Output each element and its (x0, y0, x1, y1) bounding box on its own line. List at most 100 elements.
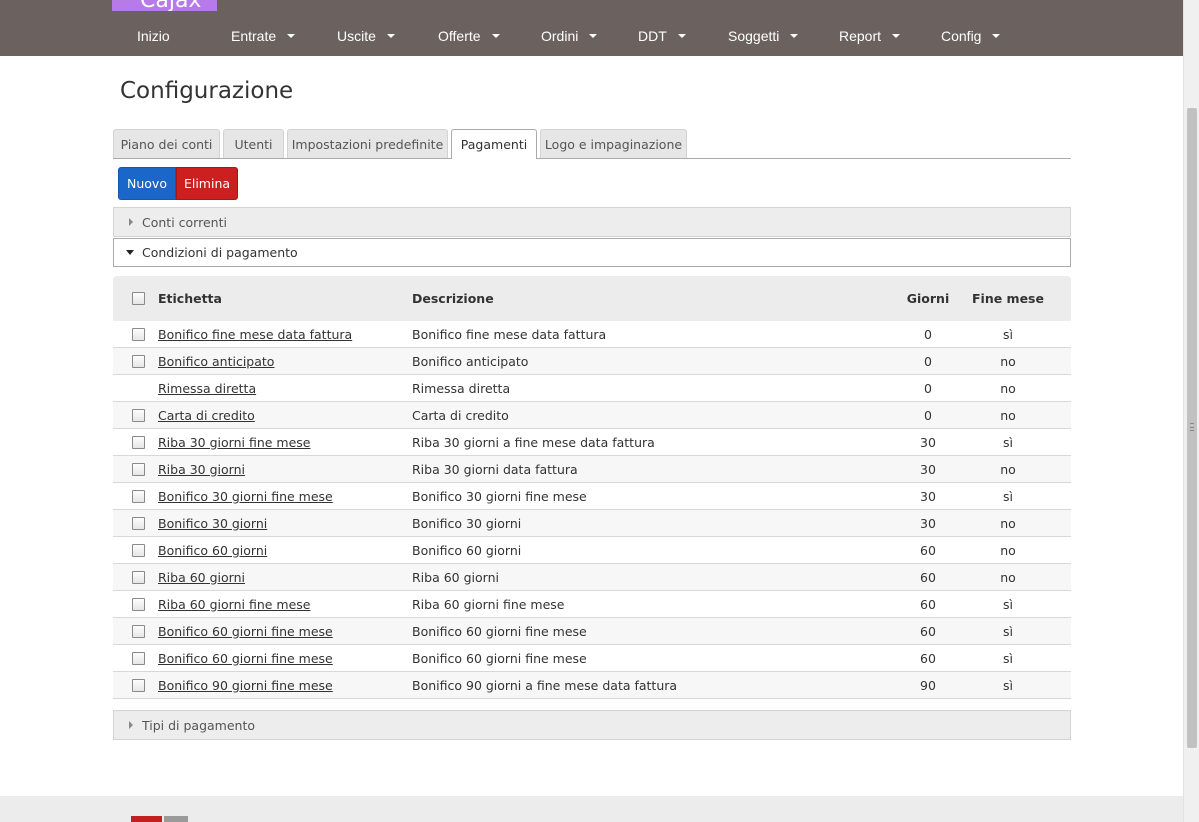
table-row[interactable]: Bonifico 60 giorni Bonifico 60 giorni 60 no (113, 537, 1071, 564)
row-checkbox[interactable] (132, 489, 145, 503)
etichetta-cell: Bonifico 60 giorni fine mese (158, 618, 333, 644)
footer-logo-mark-secondary (164, 816, 188, 822)
etichetta-link[interactable]: Bonifico 30 giorni fine mese (158, 489, 333, 504)
nav-label: Config (941, 28, 982, 44)
descrizione-cell: Bonifico 60 giorni (412, 542, 522, 558)
table-row[interactable]: Carta di credito Carta di credito 0 no (113, 402, 1071, 429)
accordion-tipi-di-pagamento[interactable]: Tipi di pagamento (113, 710, 1071, 740)
etichetta-link[interactable]: Bonifico 60 giorni fine mese (158, 624, 333, 639)
caret-down-icon (677, 34, 686, 38)
nav-item-ddt[interactable]: DDT (638, 27, 686, 45)
tab-pagamenti[interactable]: Pagamenti (451, 129, 537, 159)
nav-item-config[interactable]: Config (941, 27, 1001, 45)
row-checkbox[interactable] (132, 327, 145, 341)
descrizione-cell: Bonifico 30 giorni (412, 515, 522, 531)
row-select-cell (132, 591, 146, 617)
table-header: Etichetta Descrizione Giorni Fine mese (113, 276, 1071, 321)
table-row[interactable]: Bonifico anticipato Bonifico anticipato 0 n… (113, 348, 1071, 375)
etichetta-link[interactable]: Bonifico fine mese data fattura (158, 327, 352, 342)
table-row[interactable]: Riba 60 giorni Riba 60 giorni 60 no (113, 564, 1071, 591)
etichetta-link[interactable]: Bonifico 60 giorni (158, 543, 267, 558)
row-checkbox[interactable] (132, 597, 145, 611)
etichetta-cell: Riba 60 giorni fine mese (158, 591, 310, 617)
etichetta-link[interactable]: Bonifico 90 giorni fine mese (158, 678, 333, 693)
new-button[interactable]: Nuovo (118, 167, 176, 200)
column-header-giorni[interactable]: Giorni (893, 276, 963, 321)
row-select-cell (132, 618, 146, 644)
descrizione-cell: Riba 60 giorni (412, 569, 499, 585)
row-select-cell (132, 348, 146, 374)
page-scrollbar[interactable] (1183, 0, 1199, 822)
table-row[interactable]: Bonifico 60 giorni fine mese Bonifico 60 … (113, 645, 1071, 672)
row-checkbox[interactable] (132, 408, 145, 422)
etichetta-link[interactable]: Carta di credito (158, 408, 255, 423)
table-row[interactable]: Rimessa diretta Rimessa diretta 0 no (113, 375, 1071, 402)
table-row[interactable]: Bonifico 30 giorni fine mese Bonifico 30 … (113, 483, 1071, 510)
table-row[interactable]: Bonifico fine mese data fattura Bonifico … (113, 321, 1071, 348)
giorni-cell: 30 (920, 488, 936, 504)
nav-item-inizio[interactable]: Inizio (137, 27, 170, 45)
row-checkbox[interactable] (132, 354, 145, 368)
row-select-cell (132, 483, 146, 509)
row-checkbox[interactable] (132, 624, 145, 638)
accordion-condizioni-di-pagamento[interactable]: Condizioni di pagamento (113, 238, 1071, 267)
table-row[interactable]: Riba 30 giorni fine mese Riba 30 giorni a… (113, 429, 1071, 456)
accordion-label: Condizioni di pagamento (142, 245, 298, 260)
row-checkbox[interactable] (132, 678, 145, 692)
nav-item-uscite[interactable]: Uscite (337, 27, 395, 45)
giorni-cell: 30 (920, 461, 936, 477)
table-row[interactable]: Riba 60 giorni fine mese Riba 60 giorni f… (113, 591, 1071, 618)
giorni-cell: 0 (924, 380, 932, 396)
tab-logo-e-impaginazione[interactable]: Logo e impaginazione (540, 129, 687, 158)
row-select-cell (132, 429, 146, 455)
column-header-fine-mese[interactable]: Fine mese (970, 276, 1046, 321)
etichetta-link[interactable]: Bonifico 60 giorni fine mese (158, 651, 333, 666)
select-all-checkbox[interactable] (132, 292, 145, 305)
tab-utenti[interactable]: Utenti (223, 129, 284, 158)
descrizione-cell: Bonifico 30 giorni fine mese (412, 488, 587, 504)
row-checkbox[interactable] (132, 570, 145, 584)
row-checkbox[interactable] (132, 516, 145, 530)
nav-label: Ordini (541, 28, 579, 44)
giorni-cell: 0 (924, 353, 932, 369)
row-checkbox[interactable] (132, 651, 145, 665)
etichetta-cell: Rimessa diretta (158, 375, 256, 401)
scrollbar-thumb[interactable] (1187, 108, 1197, 748)
tab-piano-dei-conti[interactable]: Piano dei conti (113, 129, 220, 158)
nav-item-ordini[interactable]: Ordini (541, 27, 598, 45)
column-header-etichetta[interactable]: Etichetta (158, 276, 222, 321)
column-header-descrizione[interactable]: Descrizione (412, 276, 494, 321)
etichetta-link[interactable]: Bonifico 30 giorni (158, 516, 267, 531)
etichetta-cell: Bonifico 30 giorni (158, 510, 267, 536)
etichetta-link[interactable]: Riba 30 giorni (158, 462, 245, 477)
nav-item-entrate[interactable]: Entrate (231, 27, 296, 45)
row-checkbox[interactable] (132, 435, 145, 449)
nav-label: Entrate (231, 28, 277, 44)
app-logo[interactable]: Cajax (112, 0, 217, 11)
nav-item-offerte[interactable]: Offerte (438, 27, 500, 45)
etichetta-link[interactable]: Riba 60 giorni (158, 570, 245, 585)
descrizione-cell: Bonifico 90 giorni a fine mese data fatt… (412, 677, 678, 693)
row-checkbox[interactable] (132, 462, 145, 476)
row-checkbox[interactable] (132, 543, 145, 557)
nav-item-soggetti[interactable]: Soggetti (728, 27, 799, 45)
table-row[interactable]: Bonifico 30 giorni Bonifico 30 giorni 30 no (113, 510, 1071, 537)
accordion-conti-correnti[interactable]: Conti correnti (113, 207, 1071, 237)
table-row[interactable]: Bonifico 90 giorni fine mese Bonifico 90 … (113, 672, 1071, 699)
table-row[interactable]: Riba 30 giorni Riba 30 giorni data fattur… (113, 456, 1071, 483)
nav-label: Inizio (137, 28, 170, 44)
etichetta-link[interactable]: Riba 30 giorni fine mese (158, 435, 310, 450)
etichetta-link[interactable]: Rimessa diretta (158, 381, 256, 396)
table-row[interactable]: Bonifico 60 giorni fine mese Bonifico 60 … (113, 618, 1071, 645)
fine-mese-cell: no (1000, 380, 1016, 396)
descrizione-cell: Riba 30 giorni a fine mese data fattura (412, 434, 655, 450)
delete-button[interactable]: Elimina (176, 167, 238, 200)
etichetta-link[interactable]: Riba 60 giorni fine mese (158, 597, 310, 612)
nav-item-report[interactable]: Report (839, 27, 901, 45)
etichetta-cell: Riba 30 giorni fine mese (158, 429, 310, 455)
caret-down-icon (589, 34, 598, 38)
etichetta-link[interactable]: Bonifico anticipato (158, 354, 274, 369)
tab-impostazioni-predefinite[interactable]: Impostazioni predefinite (287, 129, 448, 158)
fine-mese-cell: sì (1003, 488, 1013, 504)
app-logo-text: Cajax (140, 0, 201, 11)
